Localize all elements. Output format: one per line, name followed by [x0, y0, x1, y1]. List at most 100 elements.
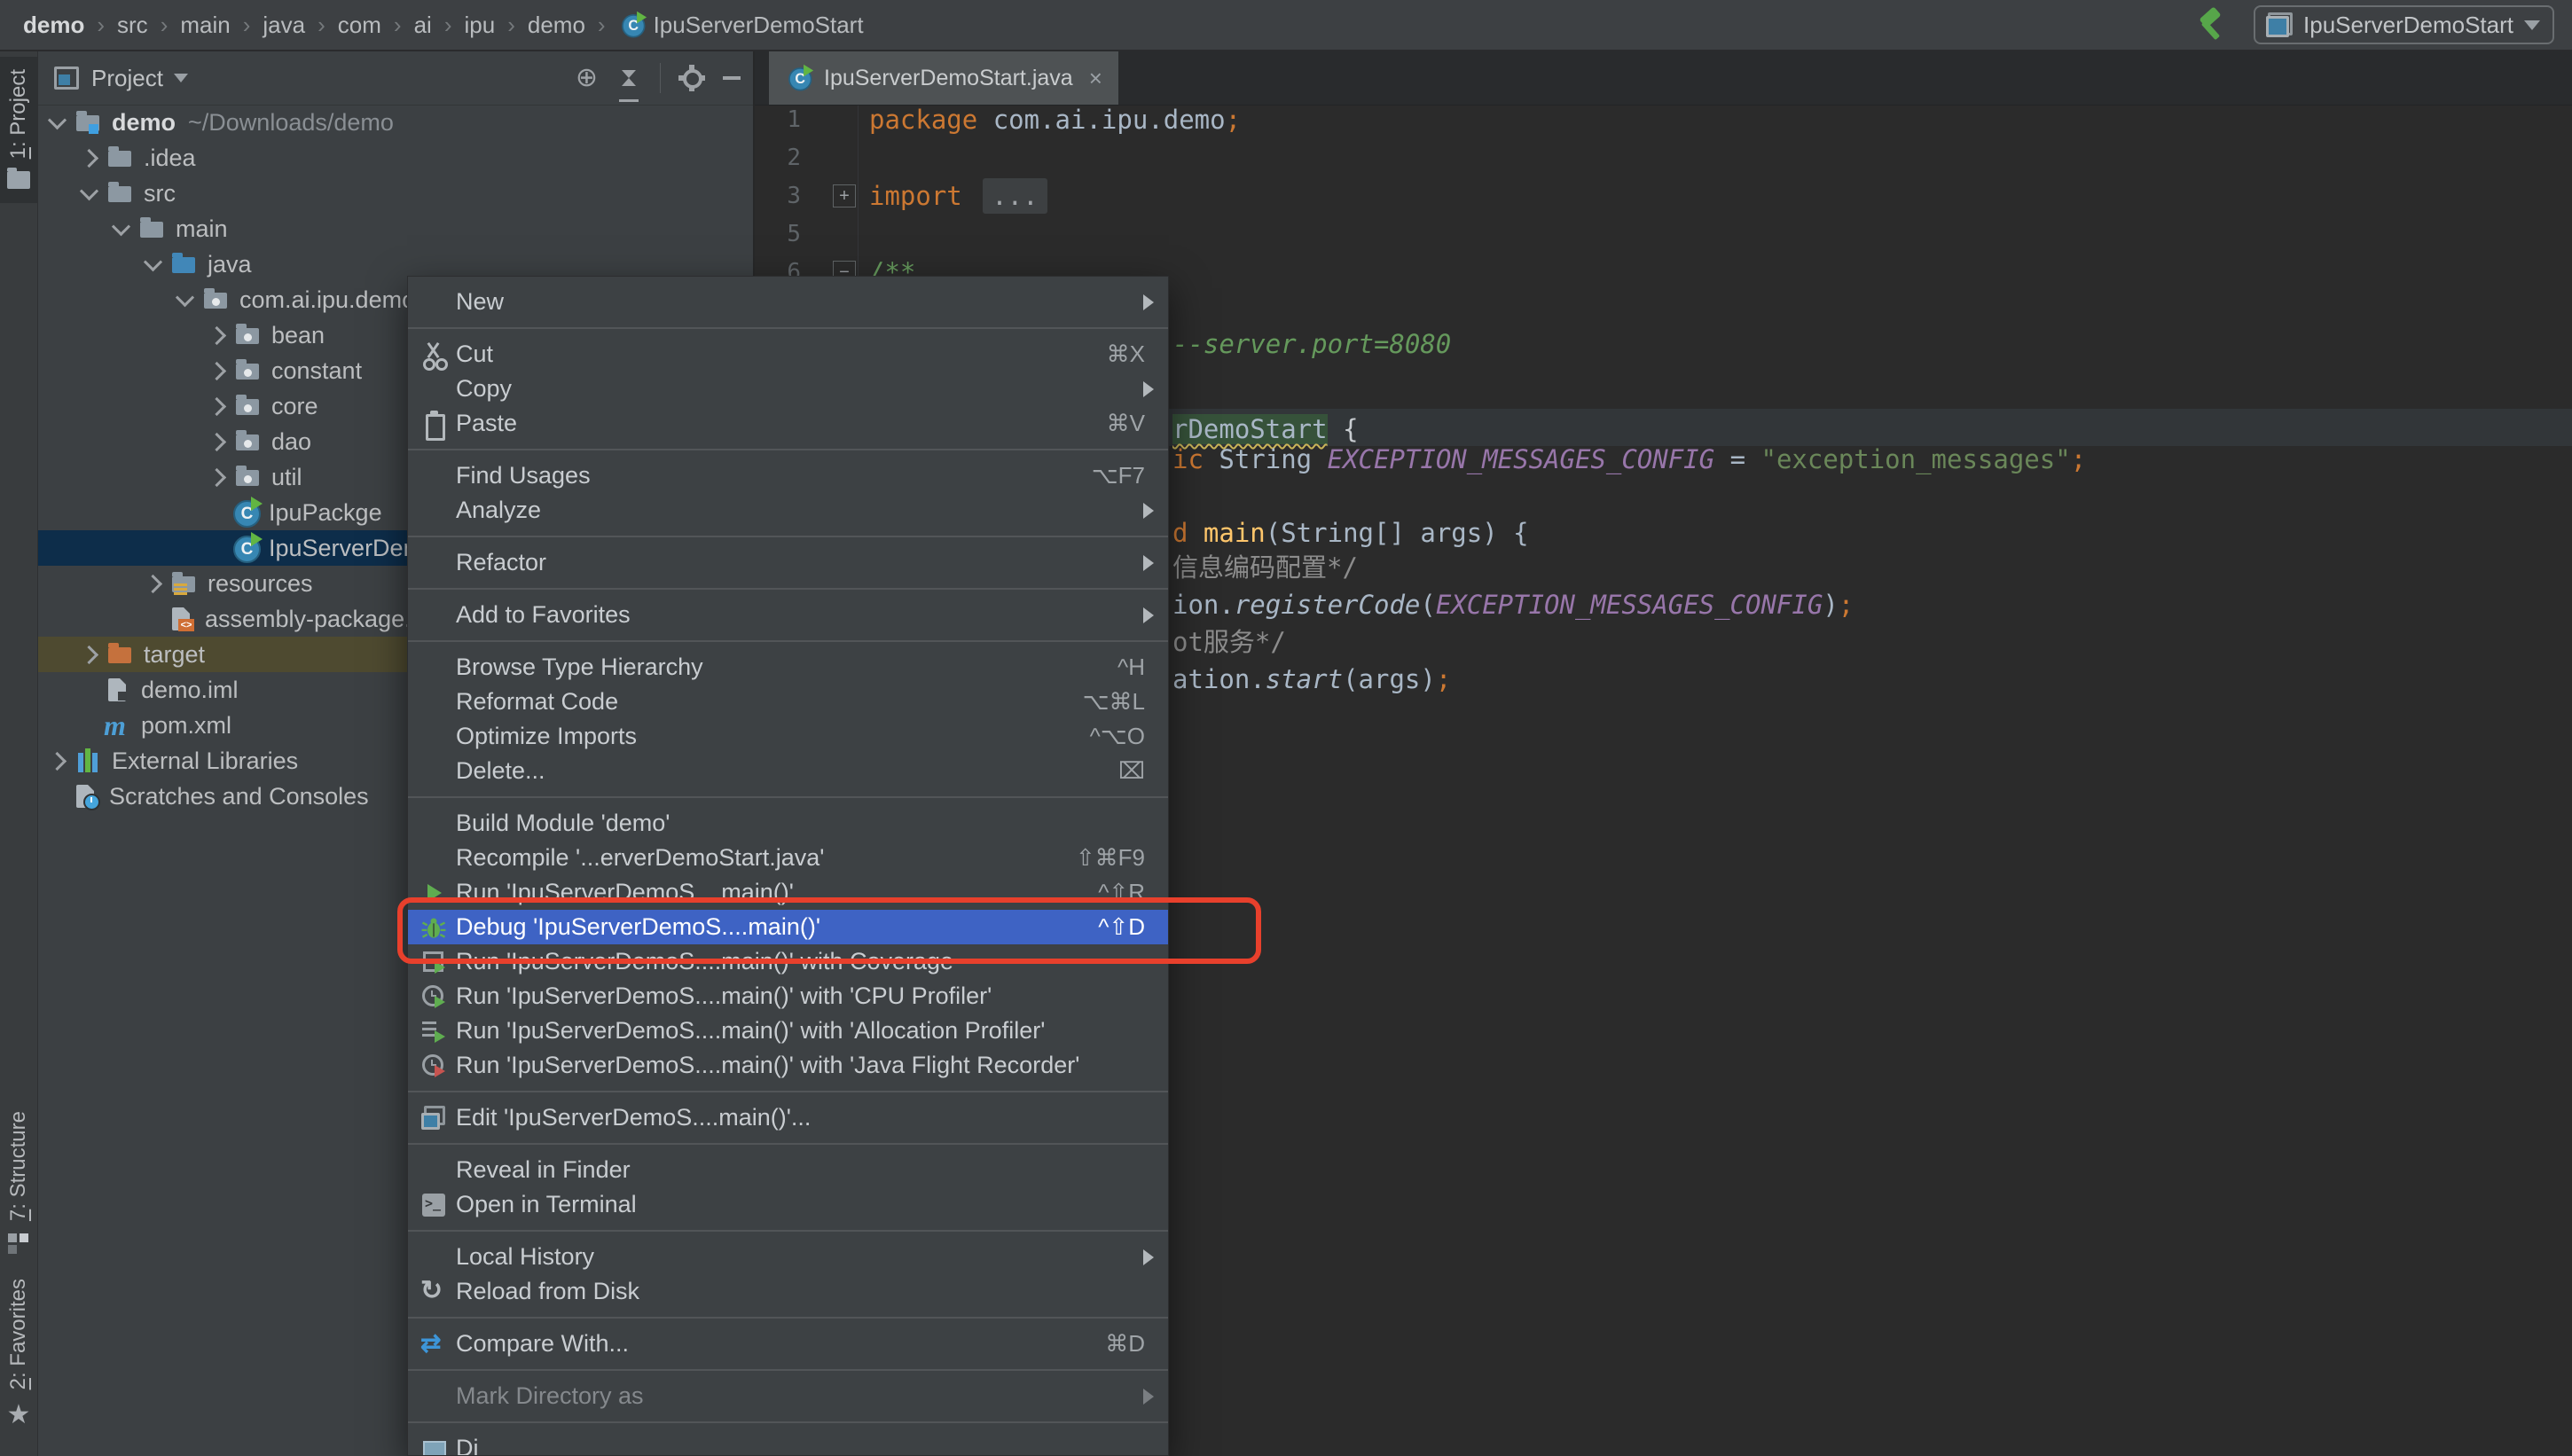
menu-item-analyze[interactable]: Analyze [408, 493, 1168, 528]
tree-toggle-icon[interactable] [79, 181, 99, 200]
code-token: 信息编码配置*/ [1172, 552, 1358, 583]
breadcrumb-item[interactable]: demo [528, 12, 585, 39]
menu-item-compare-with[interactable]: ⇄ Compare With... ⌘D [408, 1327, 1168, 1361]
tool-stripe-structure-button[interactable]: 7: Structure [0, 1111, 37, 1255]
gear-icon[interactable] [678, 65, 705, 91]
menu-item-run-ipuserverdemos-main-with-allocation-profiler[interactable]: Run 'IpuServerDemoS....main()' with 'All… [408, 1014, 1168, 1048]
panel-toolbar: ⊕ [576, 51, 741, 105]
tool-stripe-favorites-button[interactable]: 2: Favorites ★ [0, 1279, 37, 1429]
menu-item-edit-ipuserverdemos-main[interactable]: Edit 'IpuServerDemoS....main()'... [408, 1100, 1168, 1135]
menu-item-reload-from-disk[interactable]: ↻ Reload from Disk [408, 1274, 1168, 1309]
breadcrumb-item-label: main [180, 11, 231, 38]
code-token: registerCode [1234, 590, 1421, 620]
build-hammer-icon[interactable] [2195, 6, 2231, 43]
menu-item-cut[interactable]: Cut ⌘X [408, 337, 1168, 372]
menu-separator [408, 588, 1168, 590]
menu-item-local-history[interactable]: Local History [408, 1240, 1168, 1274]
fold-toggle-icon[interactable]: + [833, 184, 856, 207]
code-token: String [1203, 444, 1328, 474]
menu-item-build-module-demo[interactable]: Build Module 'demo' [408, 806, 1168, 841]
menu-item-di[interactable]: Di [408, 1431, 1168, 1455]
tree-toggle-icon[interactable] [207, 467, 227, 487]
breadcrumb-item[interactable]: src [117, 12, 148, 39]
edit-icon [420, 1105, 447, 1131]
folder-root-icon [74, 108, 103, 137]
folded-code-placeholder[interactable]: ... [983, 178, 1047, 214]
menu-item-label: Run 'IpuServerDemoS....main()' with 'All… [456, 1017, 1046, 1044]
tree-toggle-icon[interactable] [47, 110, 67, 129]
menu-item-reveal-in-finder[interactable]: Reveal in Finder [408, 1153, 1168, 1187]
menu-item-copy[interactable]: Copy [408, 372, 1168, 406]
close-icon[interactable]: × [1089, 65, 1102, 92]
folder-icon [106, 179, 135, 207]
run-configuration-selector[interactable]: IpuServerDemoStart [2254, 5, 2554, 44]
menu-item-label: Optimize Imports [456, 723, 638, 749]
breadcrumb-item[interactable]: ipu [464, 12, 495, 39]
breadcrumb-separator: › [318, 11, 325, 38]
menu-item-run-ipuserverdemos-main-with-java-flight-recorder[interactable]: Run 'IpuServerDemoS....main()' with 'Jav… [408, 1048, 1168, 1083]
tree-toggle-icon[interactable] [79, 645, 99, 664]
menu-item-recompile-erverdemostart-java[interactable]: Recompile '...erverDemoStart.java' ⇧⌘F9 [408, 841, 1168, 875]
breadcrumb-item[interactable]: main [180, 12, 230, 39]
code-line-fragment: ot服务*/ [1172, 624, 1286, 660]
breadcrumb-separator: › [160, 11, 169, 38]
menu-item-find-usages[interactable]: Find Usages ⌥F7 [408, 458, 1168, 493]
tool-stripe-project-button[interactable]: 1: Project [0, 57, 37, 204]
line-number: 5 [787, 221, 801, 247]
breadcrumb-item[interactable]: IpuServerDemoStart [618, 11, 864, 39]
menu-item-delete[interactable]: Delete... ⌧ [408, 754, 1168, 788]
tree-toggle-icon[interactable] [143, 252, 163, 271]
breadcrumb-item[interactable]: com [338, 12, 381, 39]
code-token: ( [1420, 590, 1436, 620]
menu-item-browse-type-hierarchy[interactable]: Browse Type Hierarchy ^H [408, 650, 1168, 685]
code-token: "exception_messages" [1760, 444, 2071, 474]
menu-item-shortcut: ⌧ [1118, 757, 1145, 784]
tree-toggle-icon[interactable] [175, 287, 195, 307]
tree-toggle-icon[interactable] [79, 148, 99, 168]
breadcrumb-item-label: demo [527, 11, 585, 38]
menu-item-label: Edit 'IpuServerDemoS....main()'... [456, 1104, 812, 1131]
code-token: main [1203, 518, 1266, 548]
breadcrumb-item[interactable]: java [263, 12, 305, 39]
menu-icon-spacer [420, 376, 447, 403]
editor-tab[interactable]: IpuServerDemoStart.java × [769, 51, 1118, 105]
tree-toggle-icon[interactable] [111, 216, 131, 236]
code-token: rDemoStart [1172, 414, 1328, 444]
menu-icon-spacer [420, 497, 447, 524]
code-token: ) [1823, 590, 1839, 620]
breadcrumb-item[interactable]: demo [23, 12, 84, 39]
project-panel-title[interactable]: Project [91, 65, 163, 92]
tree-toggle-icon[interactable] [207, 432, 227, 451]
tree-item-label: dao [271, 427, 312, 455]
tree-toggle-icon[interactable] [207, 396, 227, 416]
menu-item-run-ipuserverdemos-main-with-cpu-profiler[interactable]: Run 'IpuServerDemoS....main()' with 'CPU… [408, 979, 1168, 1014]
iml-icon [104, 676, 132, 704]
tree-item-path-hint: ~/Downloads/demo [188, 108, 394, 136]
code-token: com.ai.ipu.demo [992, 105, 1226, 135]
tree-toggle-icon[interactable] [207, 361, 227, 380]
menu-icon-spacer [420, 289, 447, 316]
tree-item--idea[interactable]: .idea [38, 140, 753, 176]
locate-file-icon[interactable]: ⊕ [576, 65, 598, 91]
menu-item-refactor[interactable]: Refactor [408, 545, 1168, 580]
breadcrumb-item[interactable]: ai [414, 12, 432, 39]
tree-toggle-icon[interactable] [143, 574, 163, 593]
tree-item-src[interactable]: src [38, 176, 753, 211]
breadcrumb-item-label: com [337, 11, 381, 38]
tree-toggle-icon[interactable] [47, 751, 67, 771]
menu-item-open-in-terminal[interactable]: Open in Terminal [408, 1187, 1168, 1222]
line-number: 2 [787, 145, 801, 171]
tree-item-demo[interactable]: demo ~/Downloads/demo [38, 105, 753, 140]
tree-toggle-icon[interactable] [207, 325, 227, 345]
tree-item-main[interactable]: main [38, 211, 753, 247]
menu-item-paste[interactable]: Paste ⌘V [408, 406, 1168, 441]
hide-panel-icon[interactable] [723, 76, 741, 80]
tree-item-label: resources [208, 569, 313, 597]
project-panel-header: Project ⊕ [38, 51, 753, 106]
collapse-all-icon[interactable] [617, 67, 640, 102]
menu-item-new[interactable]: New [408, 285, 1168, 319]
menu-item-reformat-code[interactable]: Reformat Code ⌥⌘L [408, 685, 1168, 719]
menu-item-optimize-imports[interactable]: Optimize Imports ^⌥O [408, 719, 1168, 754]
menu-item-add-to-favorites[interactable]: Add to Favorites [408, 598, 1168, 632]
